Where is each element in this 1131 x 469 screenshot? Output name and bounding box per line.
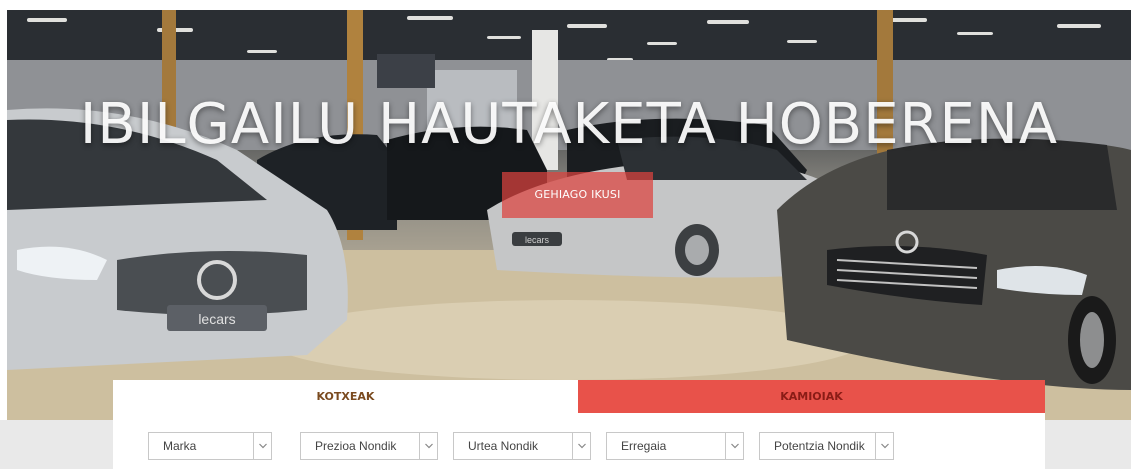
brand-select-label: Marka <box>163 439 197 453</box>
plate-text-left: lecars <box>198 311 235 327</box>
year-from-select-label: Urtea Nondik <box>468 439 539 453</box>
power-from-select-label: Potentzia Nondik <box>774 439 865 453</box>
price-from-select-label: Prezioa Nondik <box>315 439 397 453</box>
price-from-select[interactable]: Prezioa Nondik <box>300 432 438 460</box>
power-from-select[interactable]: Potentzia Nondik <box>759 432 894 460</box>
hero-banner: lecars lecars IBILGAILU HAUTAKETA HOBERE… <box>7 10 1131 420</box>
chevron-down-icon <box>253 433 271 459</box>
tab-cars[interactable]: KOTXEAK <box>113 380 578 413</box>
vehicle-search-panel: KOTXEAK KAMIOIAK Marka Prezioa Nondik Ur… <box>113 380 1045 469</box>
chevron-down-icon <box>875 433 893 459</box>
chevron-down-icon <box>725 433 743 459</box>
plate-text-center: lecars <box>525 235 550 245</box>
tab-trucks[interactable]: KAMIOIAK <box>578 380 1045 413</box>
page: lecars lecars IBILGAILU HAUTAKETA HOBERE… <box>0 0 1131 469</box>
hero-title: IBILGAILU HAUTAKETA HOBERENA <box>79 92 1059 157</box>
fuel-select[interactable]: Erregaia <box>606 432 744 460</box>
vehicle-type-tabs: KOTXEAK KAMIOIAK <box>113 380 1045 413</box>
brand-select[interactable]: Marka <box>148 432 272 460</box>
chevron-down-icon <box>572 433 590 459</box>
chevron-down-icon <box>419 433 437 459</box>
year-from-select[interactable]: Urtea Nondik <box>453 432 591 460</box>
fuel-select-label: Erregaia <box>621 439 667 453</box>
see-more-button[interactable]: GEHIAGO IKUSI <box>502 172 653 218</box>
